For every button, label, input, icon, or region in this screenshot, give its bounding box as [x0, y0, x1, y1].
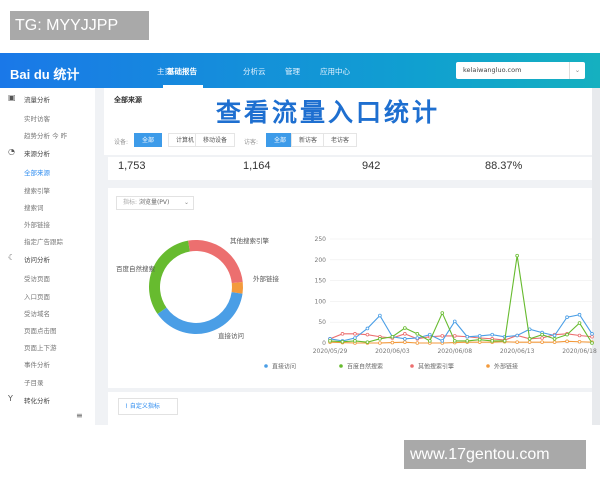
- data-point: [577, 321, 582, 325]
- data-point: [552, 333, 557, 338]
- series-line: [329, 314, 593, 342]
- y-tick-label: 50: [318, 319, 326, 326]
- data-point: [565, 332, 569, 337]
- data-point: [515, 340, 519, 344]
- data-point: [378, 337, 382, 341]
- data-point: [390, 340, 395, 345]
- y-tick-label: 150: [315, 278, 327, 285]
- data-point: [552, 337, 557, 341]
- legend-label: 直接访问: [272, 363, 296, 371]
- data-point: [378, 341, 382, 345]
- data-point: [340, 339, 345, 344]
- legend-label: 其他搜索引擎: [418, 363, 454, 371]
- data-point: [452, 334, 457, 338]
- x-tick-label: 2020/06/18: [562, 348, 597, 355]
- data-point: [527, 337, 532, 341]
- data-point: [540, 332, 544, 337]
- data-point: [403, 337, 407, 341]
- data-point: [540, 336, 544, 340]
- watermark-bottom: www.17gentou.com: [404, 440, 586, 469]
- data-point: [353, 332, 357, 336]
- data-point: [515, 333, 519, 338]
- data-point: [353, 336, 357, 340]
- data-point: [403, 326, 407, 330]
- data-point: [590, 334, 594, 339]
- legend-marker: [410, 364, 414, 368]
- data-point: [540, 340, 544, 344]
- donut-slice: [231, 281, 243, 294]
- x-tick-label: 2020/06/08: [437, 348, 472, 355]
- data-point: [390, 334, 395, 339]
- pulse-icon: ⌇: [125, 403, 128, 410]
- data-point: [365, 332, 370, 337]
- custom-metric-label: 自定义指标: [129, 403, 160, 410]
- legend-label: 外部链接: [494, 363, 518, 371]
- donut-label: 直接访问: [218, 331, 244, 340]
- data-point: [515, 253, 519, 258]
- donut-slice: [188, 240, 243, 284]
- data-point: [590, 341, 594, 345]
- data-point: [577, 312, 582, 317]
- data-point: [477, 334, 482, 338]
- y-tick-label: 100: [315, 298, 327, 305]
- y-tick-label: 0: [322, 340, 326, 347]
- custom-metric-button[interactable]: ⌇ 自定义指标: [118, 398, 178, 415]
- data-point: [353, 339, 357, 343]
- data-point: [565, 315, 569, 320]
- data-point: [415, 341, 420, 345]
- data-point: [365, 326, 370, 331]
- data-point: [465, 334, 470, 339]
- data-point: [440, 334, 445, 338]
- data-point: [340, 332, 345, 336]
- data-point: [403, 332, 407, 336]
- data-point: [490, 332, 494, 337]
- data-point: [465, 339, 470, 343]
- data-point: [565, 339, 569, 344]
- donut-slice: [157, 292, 243, 334]
- data-point: [403, 340, 407, 344]
- data-point: [440, 339, 445, 343]
- bottom-card: ⌇ 自定义指标: [108, 392, 592, 425]
- main-content: 全部来源 查看流量入口统计 设备: 全部 计算机 移动设备 访客: 全部 新访客…: [96, 88, 597, 425]
- data-point: [440, 311, 445, 315]
- data-point: [415, 332, 420, 336]
- legend-label: 百度自然搜索: [347, 363, 383, 371]
- data-point: [428, 339, 432, 343]
- x-tick-label: 2020/06/13: [500, 348, 535, 355]
- app-screenshot: Bai du 统计 主页 基础报告 分析云 管理 应用中心 kelaiwangl…: [0, 53, 600, 425]
- watermark-top: TG: MYYJJPP: [10, 11, 149, 40]
- donut-label: 百度自然搜索: [116, 264, 156, 273]
- data-point: [452, 319, 457, 324]
- x-tick-label: 2020/06/03: [375, 348, 410, 355]
- y-tick-label: 200: [315, 257, 327, 264]
- legend-marker: [486, 364, 490, 368]
- data-point: [590, 332, 594, 336]
- data-point: [428, 332, 432, 337]
- legend-marker: [264, 364, 268, 368]
- chart-card: 指标: 浏览量(PV) ⌄ 其他搜索引擎 外部链接 直接访问 百度自然搜索 0 50 100 1…: [108, 188, 597, 388]
- data-point: [365, 340, 370, 344]
- data-point: [452, 339, 457, 343]
- data-point: [552, 340, 557, 344]
- data-point: [378, 313, 382, 318]
- donut-label: 其他搜索引擎: [230, 236, 270, 245]
- data-point: [328, 339, 332, 343]
- x-tick-label: 2020/05/29: [313, 348, 348, 355]
- data-point: [527, 340, 532, 344]
- donut-slice: [149, 240, 190, 314]
- data-point: [490, 339, 494, 343]
- data-point: [577, 333, 582, 338]
- data-point: [502, 339, 507, 343]
- donut-label: 外部链接: [253, 274, 280, 283]
- y-tick-label: 250: [315, 236, 327, 243]
- data-point: [477, 337, 482, 342]
- data-point: [577, 339, 582, 344]
- data-point: [415, 336, 420, 340]
- charts-svg: 其他搜索引擎外部链接直接访问百度自然搜索0501001502002502020/…: [116, 236, 597, 371]
- legend-marker: [339, 364, 343, 368]
